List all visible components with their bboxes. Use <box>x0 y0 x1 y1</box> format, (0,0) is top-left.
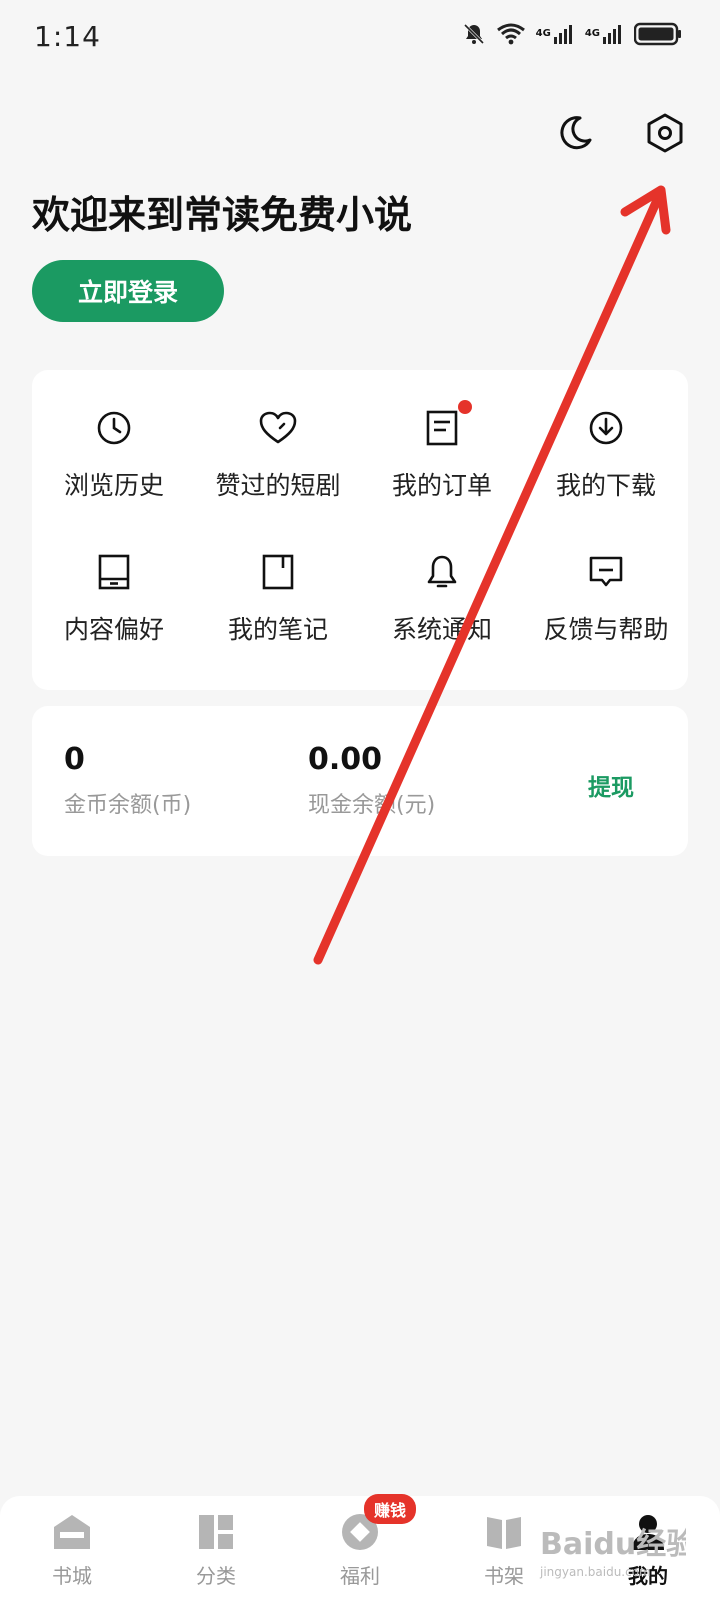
menu-item-label: 我的下载 <box>555 471 656 500</box>
nav-item-category[interactable]: 分类 <box>144 1496 288 1600</box>
status-icons: 4G 4G <box>462 22 682 46</box>
order-icon <box>422 400 472 448</box>
coin-balance-label: 金币余额(币) <box>64 793 192 818</box>
home-icon <box>50 1510 94 1554</box>
watermark-subtext: jingyan.baidu.com <box>539 1565 651 1579</box>
menu-item-label: 我的笔记 <box>227 615 328 644</box>
bookshelf-icon <box>482 1510 526 1554</box>
nav-item-bookstore[interactable]: 书城 <box>0 1496 144 1600</box>
menu-item-liked-dramas[interactable]: 赞过的短剧 <box>196 392 360 536</box>
heart-icon <box>258 408 298 448</box>
withdraw-button[interactable]: 提现 <box>588 768 634 802</box>
nav-label: 书架 <box>484 1564 524 1588</box>
menu-item-label: 反馈与帮助 <box>543 615 669 644</box>
tablet-icon <box>94 552 134 592</box>
clock-icon <box>94 408 134 448</box>
category-icon <box>194 1510 238 1554</box>
menu-item-orders[interactable]: 我的订单 <box>360 392 524 536</box>
cash-balance-label: 现金余额(元) <box>308 793 436 818</box>
nav-label: 书城 <box>52 1564 92 1588</box>
coin-balance-value: 0 <box>64 742 85 777</box>
nav-label: 福利 <box>340 1564 380 1588</box>
signal-icon: 4G <box>536 23 575 45</box>
earn-badge: 赚钱 <box>364 1494 417 1524</box>
bell-icon <box>422 552 462 592</box>
wifi-icon <box>496 22 526 46</box>
menu-item-downloads[interactable]: 我的下载 <box>524 392 688 536</box>
menu-item-label: 系统通知 <box>391 615 492 644</box>
menu-item-notifications[interactable]: 系统通知 <box>360 536 524 680</box>
status-bar: 1:14 4G 4G <box>0 0 720 80</box>
network-type: 4G <box>584 28 600 39</box>
coin-balance[interactable]: 0 金币余额(币) <box>64 742 191 819</box>
nav-item-welfare[interactable]: 赚钱 福利 <box>288 1494 432 1600</box>
menu-card: 浏览历史 赞过的短剧 我的订单 我的下载 内容偏好 我的笔记 系统通知 反馈与帮… <box>32 370 688 690</box>
menu-item-label: 内容偏好 <box>63 615 164 644</box>
night-mode-button[interactable] <box>554 114 596 156</box>
menu-item-label: 赞过的短剧 <box>215 471 341 500</box>
top-actions <box>554 113 686 157</box>
login-button[interactable]: 立即登录 <box>32 260 224 322</box>
baidu-watermark: Baidu经验 jingyan.baidu.com <box>539 1527 686 1579</box>
menu-grid: 浏览历史 赞过的短剧 我的订单 我的下载 内容偏好 我的笔记 系统通知 反馈与帮… <box>32 370 688 690</box>
settings-button[interactable] <box>644 113 686 157</box>
menu-item-label: 我的订单 <box>391 471 492 500</box>
battery-icon <box>634 22 682 46</box>
menu-item-label: 浏览历史 <box>63 471 164 500</box>
menu-item-feedback[interactable]: 反馈与帮助 <box>524 536 688 680</box>
watermark-text: Baidu经验 <box>540 1527 686 1562</box>
network-type: 4G <box>535 28 551 39</box>
menu-item-notes[interactable]: 我的笔记 <box>196 536 360 680</box>
cash-balance-value: 0.00 <box>308 742 383 777</box>
feedback-icon <box>586 552 626 592</box>
page-title: 欢迎来到常读免费小说 <box>32 193 413 237</box>
menu-item-history[interactable]: 浏览历史 <box>32 392 196 536</box>
menu-item-preferences[interactable]: 内容偏好 <box>32 536 196 680</box>
mute-bell-icon <box>462 22 486 46</box>
download-icon <box>586 408 626 448</box>
settings-icon <box>646 113 684 157</box>
note-icon <box>258 552 298 592</box>
signal-icon: 4G <box>585 23 624 45</box>
notification-dot <box>458 400 472 414</box>
moon-icon <box>556 114 594 156</box>
status-time: 1:14 <box>34 20 101 53</box>
coin-icon: 赚钱 <box>338 1494 417 1554</box>
nav-label: 分类 <box>196 1564 236 1588</box>
wallet-card: 0 金币余额(币) 0.00 现金余额(元) 提现 <box>32 706 688 856</box>
cash-balance[interactable]: 0.00 现金余额(元) <box>308 742 435 819</box>
